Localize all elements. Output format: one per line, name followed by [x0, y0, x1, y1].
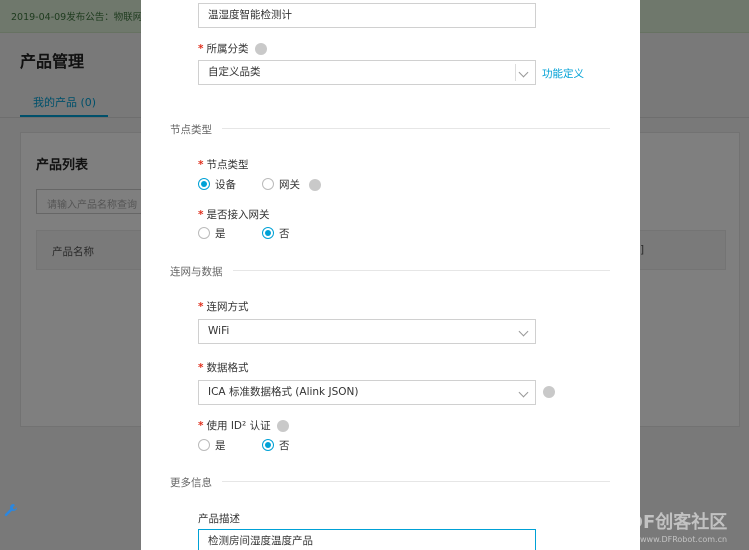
section-more-info: 更多信息 [170, 475, 610, 490]
description-label: 产品描述 [198, 513, 240, 525]
data-format-label: * 数据格式 [198, 362, 249, 374]
section-network: 连网与数据 [170, 264, 610, 279]
radio-device-label[interactable]: 设备 [215, 177, 236, 192]
help-icon[interactable] [254, 43, 267, 55]
help-icon[interactable] [543, 386, 555, 398]
help-icon[interactable] [276, 420, 289, 432]
watermark-logo: DF创客社区 [628, 512, 728, 533]
section-title: 节点类型 [170, 122, 222, 137]
radio-no[interactable] [262, 439, 274, 451]
category-select[interactable]: 自定义品类 [198, 60, 536, 85]
chevron-down-icon [518, 387, 529, 398]
section-node-type: 节点类型 [170, 122, 610, 137]
required-mark: * [198, 43, 204, 55]
node-type-label: * 节点类型 [198, 159, 249, 171]
category-value: 自定义品类 [208, 66, 261, 78]
network-method-label: * 连网方式 [198, 301, 249, 313]
section-title: 更多信息 [170, 475, 222, 490]
data-format-value: ICA 标准数据格式 (Alink JSON) [208, 386, 359, 398]
help-icon[interactable] [309, 179, 321, 191]
network-method-value: WiFi [208, 325, 230, 337]
section-title: 连网与数据 [170, 264, 233, 279]
product-name-value: 温湿度智能检测计 [208, 9, 292, 21]
gateway-access-label: * 是否接入网关 [198, 209, 270, 221]
id2-auth-label: * 使用 ID² 认证 [198, 418, 289, 433]
radio-device[interactable] [198, 178, 210, 190]
radio-no-label[interactable]: 否 [279, 438, 290, 453]
category-label: * 所属分类 [198, 41, 267, 56]
function-define-link[interactable]: 功能定义 [542, 66, 584, 81]
radio-yes[interactable] [198, 439, 210, 451]
data-format-select[interactable]: ICA 标准数据格式 (Alink JSON) [198, 380, 536, 405]
radio-yes[interactable] [198, 227, 210, 239]
description-textarea[interactable]: 检测房间湿度温度产品 [198, 529, 536, 550]
radio-yes-label[interactable]: 是 [215, 226, 226, 241]
radio-no[interactable] [262, 227, 274, 239]
chevron-down-icon [518, 326, 529, 337]
radio-yes-label[interactable]: 是 [215, 438, 226, 453]
network-method-select[interactable]: WiFi [198, 319, 536, 344]
radio-gateway-label[interactable]: 网关 [279, 177, 300, 192]
create-product-modal: 温湿度智能检测计 * 所属分类 自定义品类 功能定义 节点类型 * 节点类型 设备 … [141, 0, 640, 550]
watermark-url: www.DFRobot.com.cn [640, 535, 728, 544]
description-value: 检测房间湿度温度产品 [208, 535, 313, 547]
product-name-input[interactable]: 温湿度智能检测计 [198, 3, 536, 28]
chevron-down-icon [518, 67, 529, 78]
wrench-icon[interactable] [4, 503, 18, 517]
radio-gateway[interactable] [262, 178, 274, 190]
radio-no-label[interactable]: 否 [279, 226, 290, 241]
